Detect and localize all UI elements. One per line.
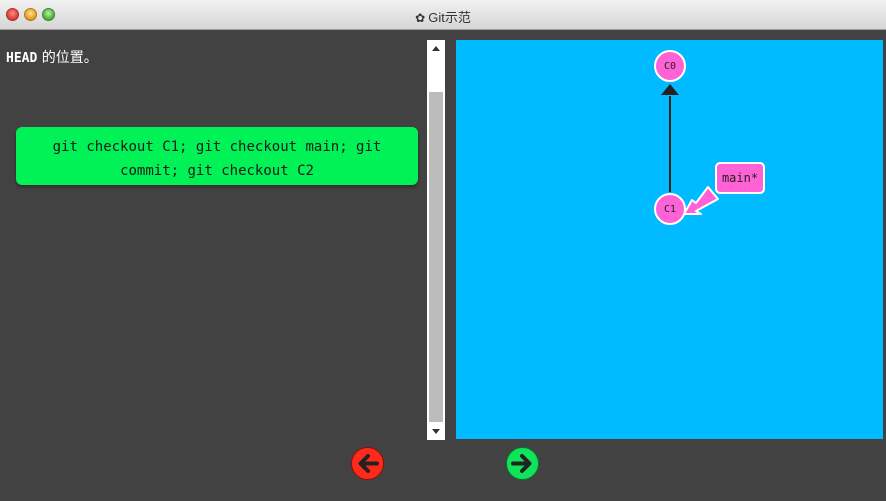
- commit-node-c1[interactable]: C1: [654, 193, 686, 225]
- arrow-right-icon: [506, 447, 539, 480]
- branch-pointer-arrow: [683, 186, 719, 215]
- git-graph-edges: [661, 84, 719, 215]
- instruction-head-keyword: HEAD: [6, 51, 38, 66]
- scroll-thumb[interactable]: [429, 92, 443, 422]
- edge-arrowhead: [661, 84, 679, 95]
- scroll-down-icon[interactable]: [432, 429, 440, 434]
- commit-label: C0: [663, 60, 677, 72]
- window-titlebar: ✿ Git示范: [0, 0, 886, 30]
- commit-node-c0[interactable]: C0: [654, 50, 686, 82]
- git-graph-canvas: C0 C1 main*: [456, 40, 883, 439]
- back-button[interactable]: [350, 446, 385, 481]
- forward-button[interactable]: [505, 446, 540, 481]
- command-box: git checkout C1; git checkout main; git …: [16, 127, 418, 185]
- instruction-text: HEAD 的位置。: [6, 47, 98, 67]
- branch-name: main*: [721, 171, 759, 185]
- instruction-scrollbar[interactable]: [427, 40, 445, 440]
- commit-label: C1: [663, 203, 677, 215]
- command-text: git checkout C1; git checkout main; git …: [52, 139, 382, 179]
- scroll-up-icon[interactable]: [432, 46, 440, 51]
- window-title: ✿ Git示范: [0, 7, 886, 26]
- branch-label-main[interactable]: main*: [715, 162, 765, 194]
- window-title-text: Git示范: [428, 10, 471, 25]
- gear-icon: ✿: [415, 11, 426, 25]
- arrow-left-icon: [351, 447, 384, 480]
- instruction-body: 的位置。: [37, 50, 98, 66]
